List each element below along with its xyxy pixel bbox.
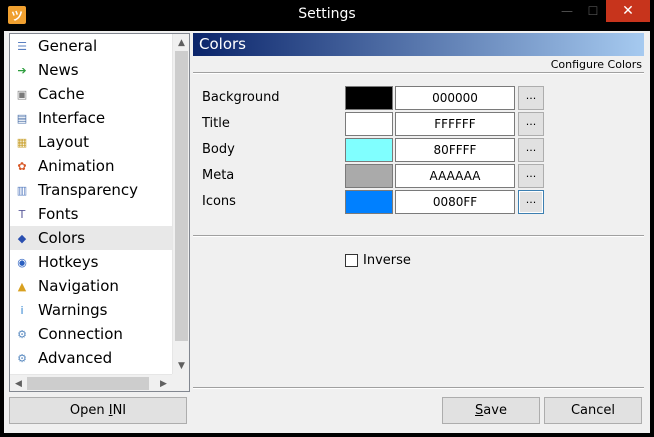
color-row-body: Body 80FFFF... (202, 138, 552, 162)
sidebar-item-hotkeys[interactable]: ◉ Hotkeys (10, 250, 172, 274)
warnings-icon: i (20, 303, 24, 317)
sidebar-item-label: Interface (38, 109, 106, 127)
vertical-scroll-thumb[interactable] (175, 51, 188, 341)
sidebar-item-connection[interactable]: ⚙ Connection (10, 322, 172, 346)
sidebar-item-cache[interactable]: ▣ Cache (10, 82, 172, 106)
divider-middle (193, 235, 644, 237)
sidebar-item-general[interactable]: ☰ General (10, 34, 172, 58)
inverse-option[interactable]: Inverse (345, 252, 411, 268)
advanced-icon: ⚙ (17, 351, 27, 365)
sidebar-item-label: Cache (38, 85, 85, 103)
maximize-button[interactable]: ☐ (580, 0, 606, 22)
navigation-icon: ▲ (17, 279, 27, 293)
colors-icon: ◆ (17, 231, 27, 245)
hex-input[interactable]: 0080FF (395, 190, 515, 214)
sidebar-item-fonts[interactable]: T Fonts (10, 202, 172, 226)
hotkeys-icon: ◉ (17, 255, 27, 269)
news-icon: ➔ (17, 63, 27, 77)
panel-subtitle: Configure Colors (550, 58, 642, 71)
sidebar-item-label: Advanced (38, 349, 113, 367)
title-bar: ツ Settings — ☐ ✕ (0, 0, 654, 31)
color-swatch[interactable] (345, 190, 393, 214)
divider-top (193, 72, 644, 74)
sidebar-item-advanced[interactable]: ⚙ Advanced (10, 346, 172, 370)
panel-title: Colors (193, 33, 644, 56)
horizontal-scroll-thumb[interactable] (27, 377, 149, 390)
general-icon: ☰ (17, 39, 27, 53)
scroll-right-icon[interactable]: ▶ (155, 375, 172, 392)
sidebar-item-transparency[interactable]: ▥ Transparency (10, 178, 172, 202)
sidebar-item-warnings[interactable]: i Warnings (10, 298, 172, 322)
pick-color-button[interactable]: ... (518, 164, 544, 188)
close-button[interactable]: ✕ (606, 0, 650, 22)
minimize-button[interactable]: — (554, 0, 580, 22)
color-swatch[interactable] (345, 112, 393, 136)
sidebar-item-label: Fonts (38, 205, 79, 223)
connection-icon: ⚙ (17, 327, 27, 341)
pick-color-button[interactable]: ... (518, 86, 544, 110)
scrollbar-corner (172, 374, 189, 391)
sidebar-item-label: Navigation (38, 277, 119, 295)
pick-color-button[interactable]: ... (518, 112, 544, 136)
pick-color-button[interactable]: ... (518, 138, 544, 162)
cancel-button[interactable]: Cancel (544, 397, 642, 424)
hex-input[interactable]: 80FFFF (395, 138, 515, 162)
layout-icon: ▦ (16, 135, 28, 149)
open-ini-label-end: NI (112, 403, 127, 418)
color-swatch[interactable] (345, 86, 393, 110)
sidebar-item-label: Transparency (38, 181, 139, 199)
color-label: Title (202, 116, 230, 131)
color-swatch[interactable] (345, 164, 393, 188)
transparency-icon: ▥ (16, 183, 28, 197)
sidebar-item-navigation[interactable]: ▲ Navigation (10, 274, 172, 298)
open-ini-button[interactable]: Open INI (9, 397, 187, 424)
inverse-checkbox[interactable] (345, 253, 358, 267)
sidebar-item-label: Layout (38, 133, 89, 151)
hex-input[interactable]: FFFFFF (395, 112, 515, 136)
inverse-label: Inverse (363, 252, 411, 268)
hex-input[interactable]: AAAAAA (395, 164, 515, 188)
sidebar-item-interface[interactable]: ▤ Interface (10, 106, 172, 130)
sidebar-item-animation[interactable]: ✿ Animation (10, 154, 172, 178)
interface-icon: ▤ (16, 111, 28, 125)
fonts-icon: T (18, 207, 26, 221)
horizontal-scrollbar[interactable]: ◀ ▶ (10, 374, 172, 391)
sidebar-item-colors[interactable]: ◆ Colors (10, 226, 172, 250)
sidebar-item-news[interactable]: ➔ News (10, 58, 172, 82)
sidebar-item-label: Hotkeys (38, 253, 99, 271)
color-row-background: Background 000000... (202, 86, 552, 110)
category-list[interactable]: ☰ General ➔ News ▣ Cache ▤ Interface ▦ Layout ✿ Ani… (9, 33, 190, 392)
hex-input[interactable]: 000000 (395, 86, 515, 110)
sidebar-item-label: Warnings (38, 301, 108, 319)
scroll-up-icon[interactable]: ▲ (173, 34, 190, 51)
divider-bottom (193, 387, 644, 389)
color-row-icons: Icons 0080FF... (202, 190, 552, 214)
sidebar-item-label: General (38, 37, 98, 55)
scroll-down-icon[interactable]: ▼ (173, 357, 190, 374)
scroll-left-icon[interactable]: ◀ (10, 375, 27, 392)
color-label: Background (202, 90, 280, 105)
save-button[interactable]: Save (442, 397, 540, 424)
color-swatch[interactable] (345, 138, 393, 162)
color-label: Icons (202, 194, 236, 209)
color-row-title: Title FFFFFF... (202, 112, 552, 136)
pick-color-button[interactable]: ... (518, 190, 544, 214)
sidebar-item-label: News (38, 61, 79, 79)
sidebar-item-label: Animation (38, 157, 115, 175)
vertical-scrollbar[interactable]: ▲ ▼ (172, 34, 189, 374)
sidebar-item-label: Colors (38, 229, 85, 247)
cache-icon: ▣ (16, 87, 28, 101)
client-area: ☰ General ➔ News ▣ Cache ▤ Interface ▦ Layout ✿ Ani… (4, 31, 650, 433)
open-ini-label-start: Open (69, 403, 109, 418)
category-items: ☰ General ➔ News ▣ Cache ▤ Interface ▦ Layout ✿ Ani… (10, 34, 172, 370)
animation-icon: ✿ (17, 159, 27, 173)
color-label: Meta (202, 168, 235, 183)
color-label: Body (202, 142, 235, 157)
sidebar-item-layout[interactable]: ▦ Layout (10, 130, 172, 154)
sidebar-item-label: Connection (38, 325, 123, 343)
color-row-meta: Meta AAAAAA... (202, 164, 552, 188)
save-label-end: ave (483, 403, 507, 418)
